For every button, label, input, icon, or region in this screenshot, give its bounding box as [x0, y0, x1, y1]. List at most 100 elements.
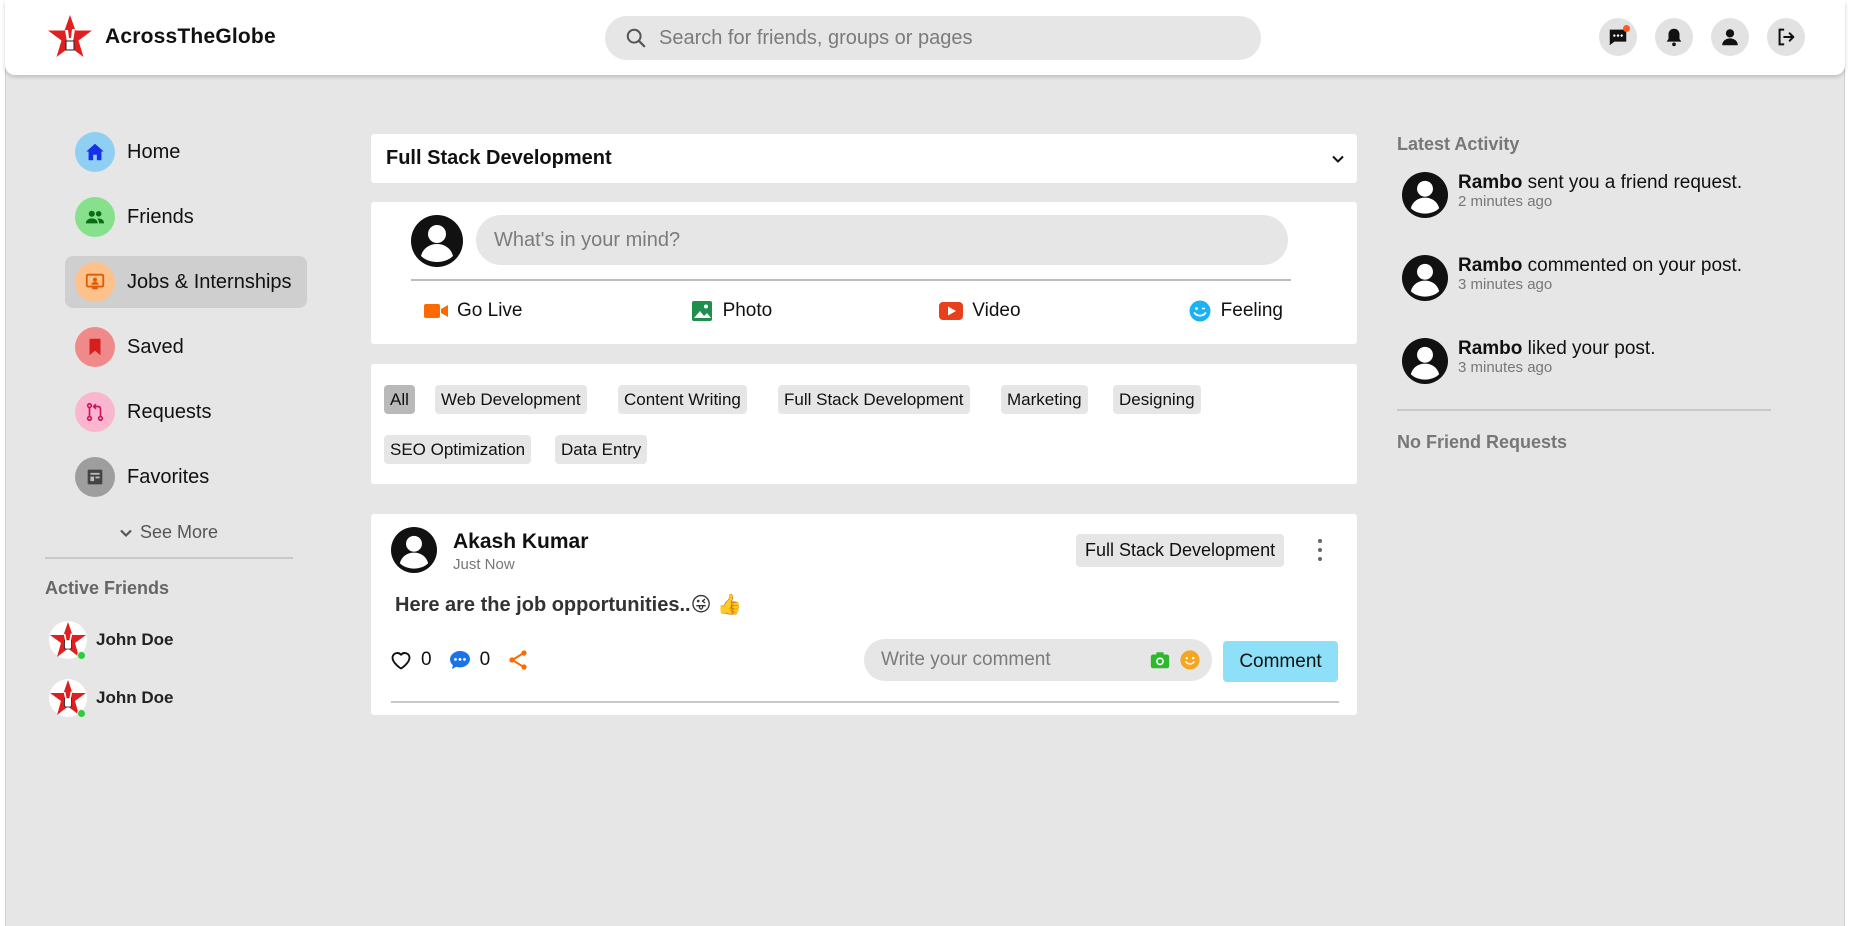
activity-message: sent you a friend request.: [1522, 172, 1743, 193]
notifications-button[interactable]: [1655, 18, 1693, 56]
brand[interactable]: AcrossTheGlobe: [45, 12, 276, 62]
active-friends-title: Active Friends: [45, 578, 170, 598]
share-icon: [509, 650, 527, 670]
post-author[interactable]: Akash Kumar: [453, 530, 588, 554]
video-label: Video: [972, 300, 1021, 321]
post-actions: 0 0: [389, 648, 530, 672]
activity-time: 3 minutes ago: [1458, 276, 1553, 293]
photo-button[interactable]: Photo: [689, 300, 772, 322]
comment-count-button[interactable]: 0: [448, 648, 491, 672]
chevron-down-icon: [120, 529, 132, 537]
feeling-button[interactable]: Feeling: [1187, 300, 1283, 322]
divider: [411, 279, 1291, 281]
more-options-icon[interactable]: [1311, 536, 1329, 564]
camera-icon[interactable]: [1149, 649, 1171, 671]
friend-name: John Doe: [96, 630, 174, 649]
share-button[interactable]: [506, 648, 530, 672]
go-live-label: Go Live: [457, 300, 523, 321]
avatar: [1402, 255, 1448, 301]
heart-icon: [391, 652, 411, 670]
activity-time: 3 minutes ago: [1458, 359, 1553, 376]
home-icon: [75, 132, 115, 172]
like-count: 0: [421, 649, 432, 670]
search-icon: [626, 28, 646, 48]
latest-activity-title: Latest Activity: [1397, 134, 1520, 154]
tag-web-development[interactable]: Web Development: [435, 385, 587, 414]
sidebar-item-jobs[interactable]: Jobs & Internships: [65, 256, 307, 308]
sidebar-nav: Home Friends Jobs & Internships Saved Re…: [65, 126, 307, 516]
sidebar-item-label: Favorites: [127, 465, 210, 488]
see-more-button[interactable]: See More: [118, 522, 218, 543]
header-actions: [1599, 18, 1805, 56]
activity-user: Rambo: [1458, 255, 1523, 276]
divider: [391, 701, 1339, 703]
video-button[interactable]: Video: [938, 300, 1021, 322]
avatar: [391, 527, 437, 573]
activity-time: 2 minutes ago: [1458, 193, 1553, 210]
tag-content-writing[interactable]: Content Writing: [618, 385, 747, 414]
activity-item[interactable]: Rambo liked your post. 3 minutes ago: [1402, 338, 1748, 384]
profile-button[interactable]: [1711, 18, 1749, 56]
tag-data-entry[interactable]: Data Entry: [555, 435, 648, 464]
notification-dot: [1623, 25, 1630, 32]
go-live-button[interactable]: Go Live: [423, 300, 522, 322]
post-text: Here are the job opportunities..😜 👍: [395, 594, 742, 616]
video-camera-icon: [424, 304, 448, 318]
tag-all[interactable]: All: [384, 385, 415, 414]
comment-count: 0: [479, 649, 491, 670]
bell-icon: [1666, 28, 1682, 47]
activity-message: liked your post.: [1522, 338, 1656, 359]
activity-item[interactable]: Rambo commented on your post. 3 minutes …: [1402, 255, 1748, 301]
composer-actions: Go Live Photo Video Feeling: [423, 300, 1283, 322]
activity-text: Rambo commented on your post.: [1458, 255, 1748, 276]
sidebar-item-label: Requests: [127, 400, 212, 423]
emoji-icon[interactable]: [1179, 649, 1201, 671]
avatar: [411, 215, 463, 267]
online-status-dot: [77, 709, 86, 718]
activity-item[interactable]: Rambo sent you a friend request. 2 minut…: [1402, 172, 1748, 218]
category-select[interactable]: Full Stack Development: [371, 134, 1357, 183]
search-input[interactable]: [659, 26, 1219, 50]
see-more-label: See More: [140, 522, 219, 542]
activity-user: Rambo: [1458, 338, 1523, 359]
active-friend-item[interactable]: John Doe: [48, 620, 173, 660]
sidebar-item-friends[interactable]: Friends: [65, 191, 307, 243]
avatar: [1402, 338, 1448, 384]
composer-input[interactable]: [476, 215, 1288, 265]
category-tags: All Web Development Content Writing Full…: [371, 364, 1357, 484]
youtube-icon: [939, 302, 964, 320]
brand-logo-icon: [47, 14, 93, 60]
sidebar-item-requests[interactable]: Requests: [65, 386, 307, 438]
sidebar-item-label: Home: [127, 140, 181, 163]
activity-text: Rambo liked your post.: [1458, 338, 1748, 359]
like-button[interactable]: 0: [389, 648, 432, 672]
comment-icon: [449, 651, 470, 669]
online-status-dot: [77, 651, 86, 660]
friends-icon: [75, 197, 115, 237]
avatar: [48, 678, 88, 718]
sidebar-item-label: Jobs & Internships: [127, 270, 292, 293]
tag-designing[interactable]: Designing: [1113, 385, 1201, 414]
bookmark-icon: [75, 327, 115, 367]
active-friend-item[interactable]: John Doe: [48, 678, 173, 718]
sidebar-item-home[interactable]: Home: [65, 126, 307, 178]
sidebar-item-favorites[interactable]: Favorites: [65, 451, 307, 503]
activity-message: commented on your post.: [1522, 255, 1743, 276]
post-card: Akash Kumar Just Now Full Stack Developm…: [371, 514, 1357, 715]
divider: [1397, 409, 1771, 411]
tag-full-stack-development[interactable]: Full Stack Development: [778, 385, 970, 414]
tag-seo-optimization[interactable]: SEO Optimization: [384, 435, 532, 464]
sidebar-item-saved[interactable]: Saved: [65, 321, 307, 373]
post-category-badge: Full Stack Development: [1076, 534, 1285, 567]
activity-text: Rambo sent you a friend request.: [1458, 172, 1748, 193]
comment-input-box: [864, 639, 1212, 681]
comment-input[interactable]: [881, 649, 1141, 671]
messages-button[interactable]: [1599, 18, 1637, 56]
friend-requests-empty: No Friend Requests: [1397, 432, 1568, 452]
sidebar-item-label: Saved: [127, 335, 184, 358]
comment-submit-button[interactable]: Comment: [1223, 641, 1338, 682]
logout-button[interactable]: [1767, 18, 1805, 56]
tag-marketing[interactable]: Marketing: [1001, 385, 1088, 414]
photo-icon: [691, 301, 712, 321]
post-composer: Go Live Photo Video Feeling: [371, 202, 1357, 344]
